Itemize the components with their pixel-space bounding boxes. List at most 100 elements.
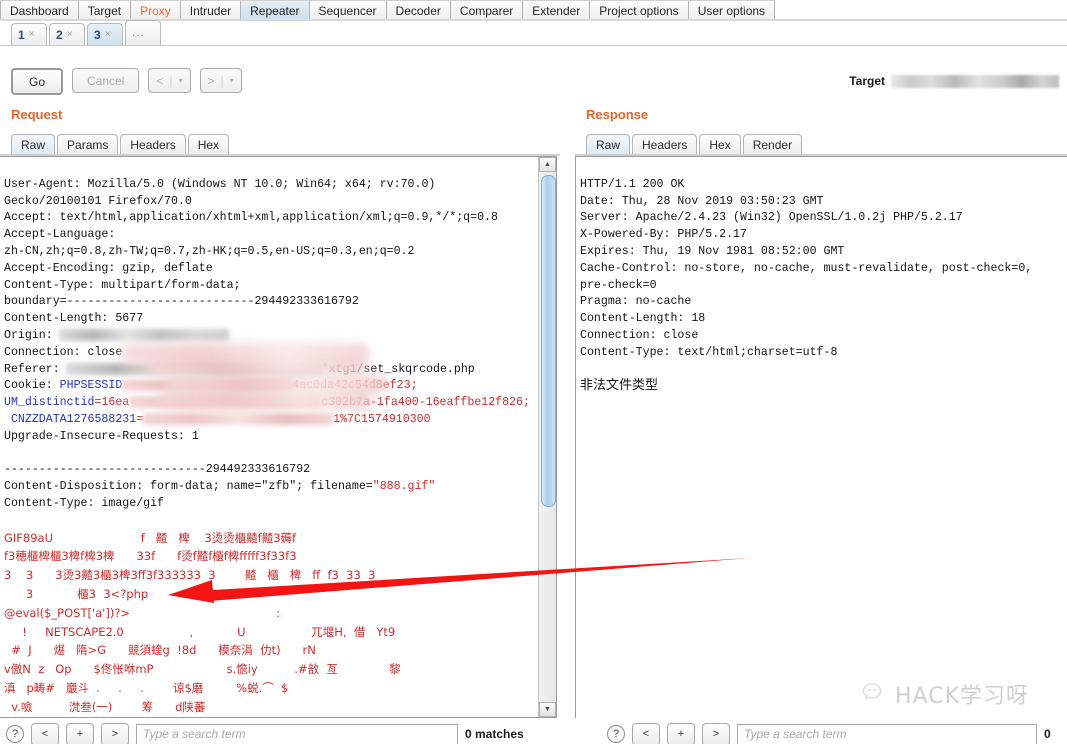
search-prev-button[interactable]: < [31, 722, 59, 744]
wechat-icon [862, 683, 882, 701]
request-raw-text[interactable]: User-Agent: Mozilla/5.0 (Windows NT 10.0… [0, 157, 556, 717]
target-field[interactable]: Target [849, 74, 1059, 88]
main-tab-sequencer[interactable]: Sequencer [309, 0, 387, 19]
response-search-input[interactable]: Type a search term [737, 723, 1037, 744]
response-raw-text[interactable]: HTTP/1.1 200 OK Date: Thu, 28 Nov 2019 0… [576, 157, 1067, 413]
request-line: boundary=---------------------------2944… [4, 295, 359, 309]
main-tab-bar: Dashboard Target Proxy Intruder Repeater… [0, 0, 1067, 21]
cookie-label: Cookie: [4, 379, 60, 393]
request-search-input[interactable]: Type a search term [136, 723, 458, 744]
repeater-tab-label: 1 [18, 27, 25, 42]
cookie-name-phpsessid: PHPSESSID [59, 379, 123, 393]
response-tab-hex[interactable]: Hex [699, 134, 741, 155]
button-separator: | [220, 73, 224, 88]
tab-label: Hex [709, 138, 731, 152]
go-button[interactable]: Go [11, 68, 64, 95]
response-line: Pragma: no-cache [580, 295, 692, 309]
repeater-tab-3[interactable]: 3 × [87, 23, 123, 45]
request-line: Gecko/20100101 Firefox/70.0 [4, 194, 192, 208]
scrollbar-thumb[interactable] [541, 175, 556, 507]
close-icon[interactable]: × [67, 29, 73, 40]
chevron-down-icon: ▾ [229, 76, 234, 85]
main-tab-extender[interactable]: Extender [523, 0, 591, 19]
repeater-tab-label: 3 [94, 27, 101, 42]
main-tab-dashboard[interactable]: Dashboard [0, 0, 79, 19]
request-tab-headers[interactable]: Headers [120, 134, 186, 155]
request-scrollbar[interactable]: ▲ ▼ [538, 157, 556, 717]
cookie-tail: 1%7C1574910300 [333, 412, 431, 426]
gif-binary-line: GIF89aU f 齄 椑 3烫烫櫃齄f齄3薅f [4, 530, 297, 545]
help-icon[interactable]: ? [6, 725, 24, 743]
tab-label: Raw [21, 138, 46, 152]
response-tab-headers[interactable]: Headers [632, 134, 698, 155]
response-editor[interactable]: HTTP/1.1 200 OK Date: Thu, 28 Nov 2019 0… [575, 156, 1067, 718]
main-tab-intruder[interactable]: Intruder [180, 0, 242, 19]
response-search-bar: ? < + > Type a search term 0 [607, 722, 1051, 744]
main-tab-label: Dashboard [10, 3, 69, 18]
panel-divider[interactable] [560, 156, 574, 744]
back-button: < | ▾ [148, 68, 191, 93]
main-tab-decoder[interactable]: Decoder [386, 0, 451, 19]
request-line: Accept: text/html,application/xhtml+xml,… [4, 211, 498, 225]
request-line: Content-Length: 5677 [4, 312, 144, 326]
help-icon[interactable]: ? [607, 725, 625, 743]
request-line: Accept-Language: [4, 228, 116, 242]
response-tab-render[interactable]: Render [742, 134, 803, 155]
scroll-down-icon[interactable]: ▼ [539, 702, 556, 717]
search-prev-button[interactable]: < [632, 722, 660, 744]
response-line: Expires: Thu, 19 Nov 1981 08:52:00 GMT [580, 244, 845, 258]
main-tab-label: Proxy [140, 3, 171, 18]
request-tab-raw[interactable]: Raw [11, 134, 56, 155]
tab-label: Hex [197, 138, 220, 152]
repeater-tab-2[interactable]: 2 × [49, 23, 85, 45]
close-icon[interactable]: × [29, 29, 35, 40]
request-line: zh-CN,zh;q=0.8,zh-TW;q=0.7,zh-HK;q=0.5,e… [4, 244, 415, 258]
main-tab-comparer[interactable]: Comparer [450, 0, 524, 19]
request-editor[interactable]: User-Agent: Mozilla/5.0 (Windows NT 10.0… [0, 156, 557, 718]
response-line: Date: Thu, 28 Nov 2019 03:50:23 GMT [580, 194, 824, 208]
scroll-up-icon[interactable]: ▲ [539, 157, 556, 172]
response-line: pre-check=0 [580, 278, 657, 292]
main-tab-user-options[interactable]: User options [688, 0, 776, 19]
chevron-down-icon: ▾ [178, 76, 183, 85]
search-next-button[interactable]: > [702, 722, 730, 744]
response-match-count: 0 [1044, 727, 1051, 741]
main-tab-label: Repeater [250, 3, 300, 18]
repeater-tab-1[interactable]: 1 × [11, 23, 47, 45]
repeater-tab-bar: 1 × 2 × 3 × ... [0, 20, 1067, 46]
main-tab-proxy[interactable]: Proxy [131, 0, 181, 19]
repeater-tab-add[interactable]: ... [125, 20, 161, 45]
gif-binary-line: v.噞 滼叁(一) 筹 d陕蕃 [4, 699, 206, 714]
request-panel-title: Request [11, 107, 63, 122]
request-content-type-gif: Content-Type: image/gif [4, 496, 165, 510]
gif-binary-line: # J 煁 隋>G 競須蝰g !8d 模奈涓 仂t) rN [4, 643, 316, 658]
request-line: Accept-Encoding: gzip, deflate [4, 261, 213, 275]
main-tab-target[interactable]: Target [78, 0, 132, 19]
main-tab-repeater[interactable]: Repeater [241, 0, 310, 19]
upload-filename: "888.gif" [372, 480, 436, 494]
response-tab-raw[interactable]: Raw [586, 134, 631, 155]
gif-binary-line: 3 3 3烫3齄3櫃3椑3ff3f333333 3 齄 櫃 椑 ff f3 33… [4, 568, 376, 583]
cookie-value-head: =16ea [94, 396, 130, 410]
cookie-name-cnzzdata: CNZZDATA1276588231 [4, 412, 137, 426]
main-tab-label: Target [87, 3, 122, 18]
search-add-button[interactable]: + [667, 722, 695, 744]
tab-label: Params [67, 138, 109, 152]
search-next-button[interactable]: > [101, 722, 129, 744]
main-tab-label: Extender [532, 3, 581, 18]
back-arrow-icon: < [156, 73, 164, 88]
repeater-tab-add-label: ... [132, 24, 146, 39]
forward-arrow-icon: > [207, 73, 215, 88]
referer-blur-overlay [120, 343, 370, 365]
request-line: Content-Type: multipart/form-data; [4, 278, 241, 292]
request-tab-params[interactable]: Params [57, 134, 119, 155]
request-upgrade-line: Upgrade-Insecure-Requests: 1 [4, 429, 199, 443]
close-icon[interactable]: × [105, 29, 111, 40]
response-panel-title: Response [586, 107, 649, 122]
search-add-button[interactable]: + [66, 722, 94, 744]
gif-binary-line: v傲N z Op $佟怅咻mP s.憺iy .#敨 亙 黎 [4, 662, 401, 677]
main-tab-project-options[interactable]: Project options [590, 0, 689, 19]
request-tab-hex[interactable]: Hex [187, 134, 230, 155]
request-search-bar: ? < + > Type a search term 0 matches [6, 722, 524, 744]
response-body-text: 非法文件类型 [580, 378, 659, 394]
